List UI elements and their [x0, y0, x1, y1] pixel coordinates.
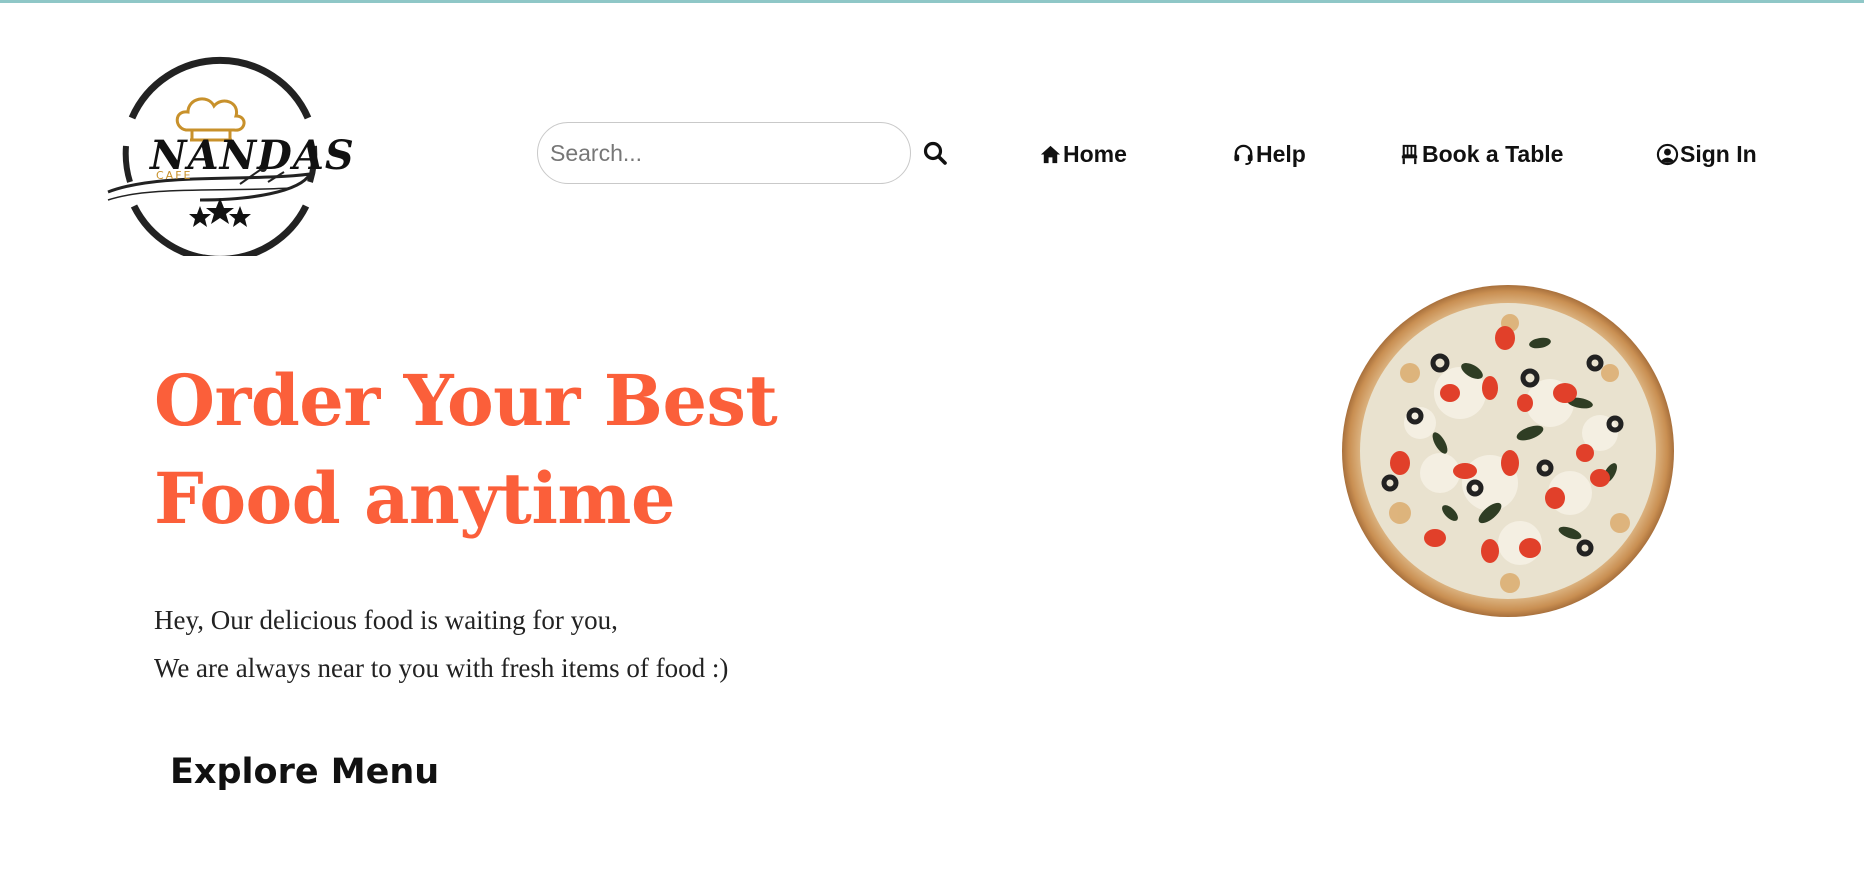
hero-title-line-2: Food anytime — [154, 457, 676, 540]
nav-help-link[interactable]: Help — [1232, 137, 1306, 171]
nav-sign-in-label: Sign In — [1680, 140, 1757, 167]
logo-tagline: CAFE — [156, 169, 193, 182]
headset-icon — [1234, 144, 1253, 165]
pizza-image — [1340, 283, 1676, 619]
hero-description-line-2: We are always near to you with fresh ite… — [154, 653, 729, 683]
stars-icon — [189, 198, 251, 227]
nav-help-label: Help — [1256, 140, 1306, 167]
user-circle-icon — [1656, 143, 1679, 165]
hero-description-line-1: Hey, Our delicious food is waiting for y… — [154, 605, 618, 635]
cafe-logo[interactable]: NANDAS CAFE — [100, 52, 354, 263]
explore-menu-heading: Explore Menu — [170, 752, 440, 792]
home-icon — [1040, 145, 1061, 163]
search-icon — [923, 141, 947, 165]
search-button[interactable] — [922, 140, 952, 170]
hero-title: Order Your Best Food anytime — [154, 352, 854, 548]
nav-sign-in-link[interactable]: Sign In — [1656, 137, 1757, 171]
nav-home-link[interactable]: Home — [1039, 137, 1127, 171]
hero-title-line-1: Order Your Best — [154, 359, 778, 442]
search-input[interactable] — [537, 122, 911, 184]
nav-home-label: Home — [1063, 140, 1127, 167]
chair-icon — [1401, 144, 1418, 164]
top-border-strip — [0, 0, 1864, 3]
nav-book-table-link[interactable]: Book a Table — [1398, 137, 1563, 171]
nav-book-table-label: Book a Table — [1422, 140, 1564, 167]
hero-description: Hey, Our delicious food is waiting for y… — [154, 596, 874, 692]
